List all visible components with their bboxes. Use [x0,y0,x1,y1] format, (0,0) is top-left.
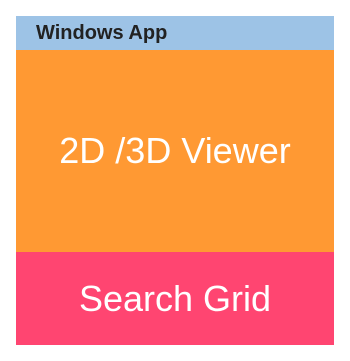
window-title: Windows App [36,22,168,44]
viewer-panel: 2D /3D Viewer [16,50,334,252]
viewer-label: 2D /3D Viewer [59,130,291,171]
app-window: Windows App 2D /3D Viewer Search Grid [16,16,334,345]
search-grid-panel: Search Grid [16,252,334,345]
search-grid-label: Search Grid [78,277,272,319]
title-bar: Windows App [16,16,334,50]
